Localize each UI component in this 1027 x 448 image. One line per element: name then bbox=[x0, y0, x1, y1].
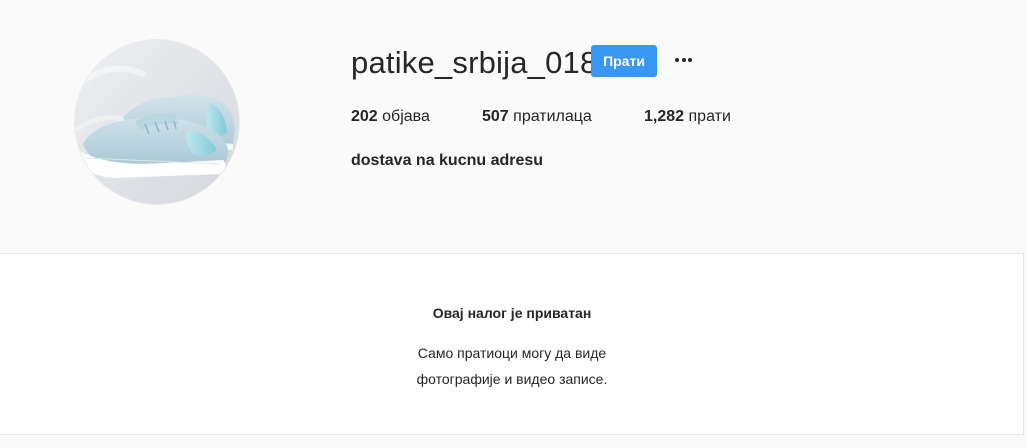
more-options-icon bbox=[675, 58, 695, 62]
profile-avatar bbox=[75, 40, 239, 204]
profile-bio: dostava na kucnu adresu bbox=[351, 152, 544, 169]
posts-label: објава bbox=[382, 108, 430, 125]
private-account-notice: Овај налог је приватан Само пратиоци мог… bbox=[0, 253, 1024, 435]
private-title: Овај налог је приватан bbox=[432, 305, 592, 321]
posts-count: 202 bbox=[351, 108, 378, 125]
sneaker-photo bbox=[75, 40, 239, 204]
following-label: прати bbox=[688, 108, 731, 125]
stat-following[interactable]: 1,282 прати bbox=[644, 106, 731, 128]
private-message-line: фотографије и видео записе. bbox=[416, 371, 608, 387]
followers-label: пратилаца bbox=[513, 108, 592, 125]
stat-followers[interactable]: 507 пратилаца bbox=[482, 106, 592, 128]
more-options-button[interactable] bbox=[670, 48, 698, 74]
stat-posts: 202 објава bbox=[351, 106, 430, 128]
private-message-line: Само пратиоци могу да виде bbox=[417, 345, 607, 361]
following-count: 1,282 bbox=[644, 108, 685, 125]
profile-username: patike_srbija_018 bbox=[351, 45, 598, 80]
followers-count: 507 bbox=[482, 108, 509, 125]
follow-button[interactable]: Прати bbox=[591, 45, 657, 77]
